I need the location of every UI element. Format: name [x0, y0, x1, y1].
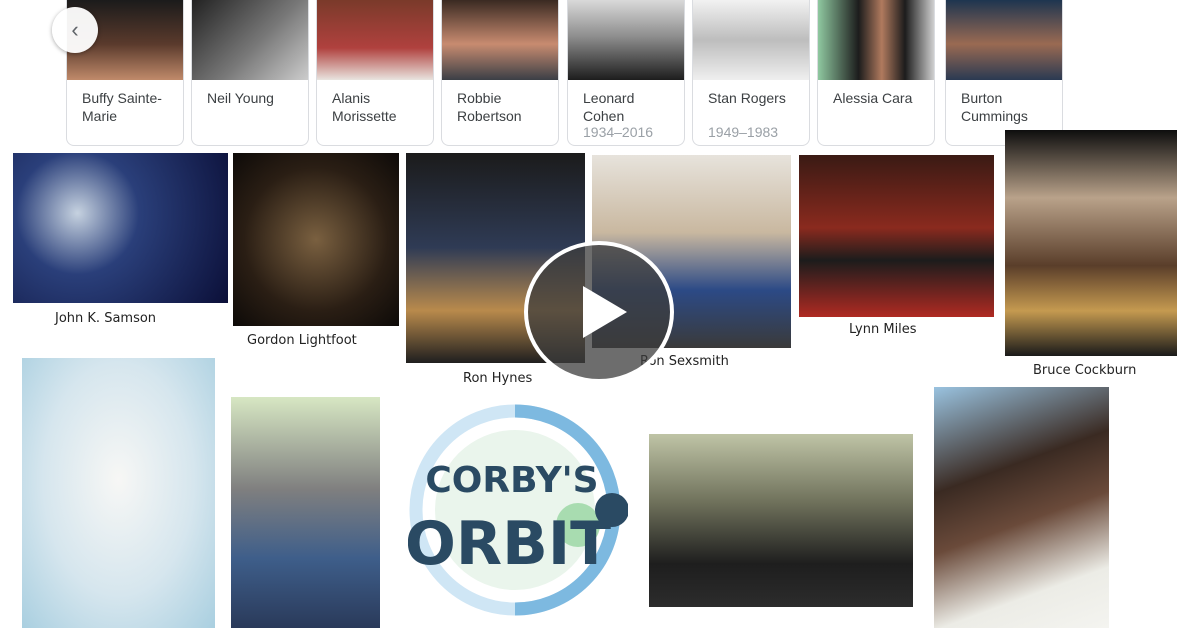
artist-card-robbie-robertson[interactable]: Robbie Robertson: [441, 0, 559, 146]
artist-years: 1934–2016: [583, 124, 654, 140]
artist-name: Neil Young: [207, 90, 274, 106]
artist-photo: [693, 0, 809, 80]
artist-photo: [317, 0, 433, 80]
corbys-orbit-logo: CORBY'S ORBIT: [408, 402, 628, 622]
artist-name: Burton Cummings: [961, 90, 1028, 124]
photo-bruce-cockburn: [1005, 130, 1177, 356]
photo-guitarist-woman: [22, 358, 215, 628]
artist-card-alanis-morissette[interactable]: Alanis Morissette: [316, 0, 434, 146]
play-icon: [583, 286, 627, 338]
artist-card-alessia-cara[interactable]: Alessia Cara: [817, 0, 935, 146]
photo-knaan: [934, 387, 1109, 628]
artist-years: 1949–1983: [708, 124, 779, 140]
photo-singer-microphone: [231, 397, 380, 628]
artist-name: Buffy Sainte-Marie: [82, 90, 162, 124]
artist-card-leonard-cohen[interactable]: Leonard Cohen 1934–2016: [567, 0, 685, 146]
caption-ron-hynes: Ron Hynes: [463, 371, 533, 386]
caption-lynn-miles: Lynn Miles: [849, 322, 917, 337]
artist-name: Alanis Morissette: [332, 90, 397, 124]
photo-john-k-samson: [13, 153, 228, 303]
artist-card-burton-cummings[interactable]: Burton Cummings: [945, 0, 1063, 146]
logo-line1: CORBY'S: [425, 460, 598, 501]
artist-name: Robbie Robertson: [457, 90, 522, 124]
artist-name: Stan Rogers: [708, 90, 786, 106]
artist-photo: [442, 0, 558, 80]
chevron-left-icon: ‹: [71, 17, 79, 42]
caption-bruce-cockburn: Bruce Cockburn: [1033, 363, 1137, 378]
caption-gordon-lightfoot: Gordon Lightfoot: [247, 333, 357, 348]
artist-card-neil-young[interactable]: Neil Young: [191, 0, 309, 146]
photo-band-group: [646, 431, 916, 610]
artist-photo: [192, 0, 308, 80]
logo-line2: ORBIT: [408, 509, 611, 579]
artist-name: Alessia Cara: [833, 90, 913, 106]
artist-photo: [946, 0, 1062, 80]
artist-card-stan-rogers[interactable]: Stan Rogers 1949–1983: [692, 0, 810, 146]
artist-name: Leonard Cohen: [583, 90, 635, 124]
artist-photo: [818, 0, 934, 80]
caption-john-k-samson: John K. Samson: [55, 311, 157, 326]
artist-photo: [568, 0, 684, 80]
photo-lynn-miles: [799, 155, 994, 317]
photo-gordon-lightfoot: [233, 153, 399, 326]
carousel-prev-button[interactable]: ‹: [52, 7, 98, 53]
video-play-button[interactable]: [524, 241, 674, 383]
